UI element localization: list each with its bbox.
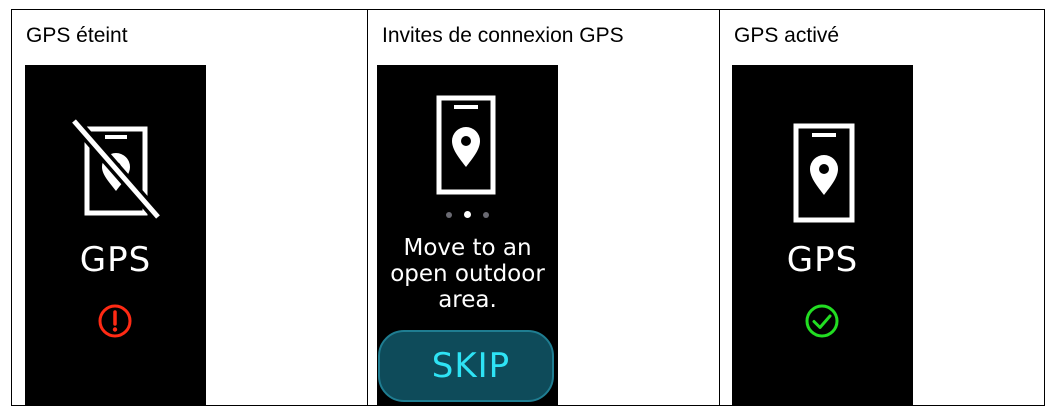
instruction-message: Move to an open outdoor area. xyxy=(377,235,558,313)
panel-gps-off: GPS éteint GPS xyxy=(12,10,367,406)
states-table: GPS éteint GPS Invites de connexion GPS xyxy=(11,9,1045,406)
panel-gps-on: GPS activé GPS xyxy=(719,10,1044,406)
device-screen: GPS xyxy=(732,65,913,406)
alert-circle-icon xyxy=(98,304,132,338)
device-screen: Move to an open outdoor area. SKIP xyxy=(377,65,558,406)
panel-title: GPS activé xyxy=(734,24,840,47)
panel-title: Invites de connexion GPS xyxy=(382,24,624,47)
skip-button[interactable]: SKIP xyxy=(378,330,554,402)
gps-label: GPS xyxy=(79,240,152,280)
page-dot xyxy=(446,211,452,218)
panel-title: GPS éteint xyxy=(26,24,128,47)
phone-location-pin-icon xyxy=(793,123,855,223)
page-dot-active xyxy=(464,211,471,219)
phone-gps-off-icon xyxy=(69,117,163,221)
device-screen: GPS xyxy=(25,65,206,406)
gps-label: GPS xyxy=(786,240,859,280)
message-line: Move to an xyxy=(403,235,532,261)
panel-gps-prompts: Invites de connexion GPS Move to an open… xyxy=(367,10,719,406)
message-line: open outdoor xyxy=(390,261,545,287)
page-indicator xyxy=(377,206,558,219)
page-dot xyxy=(483,211,489,218)
check-circle-icon xyxy=(805,304,839,338)
message-line: area. xyxy=(438,287,497,313)
phone-location-pin-icon xyxy=(436,95,496,195)
